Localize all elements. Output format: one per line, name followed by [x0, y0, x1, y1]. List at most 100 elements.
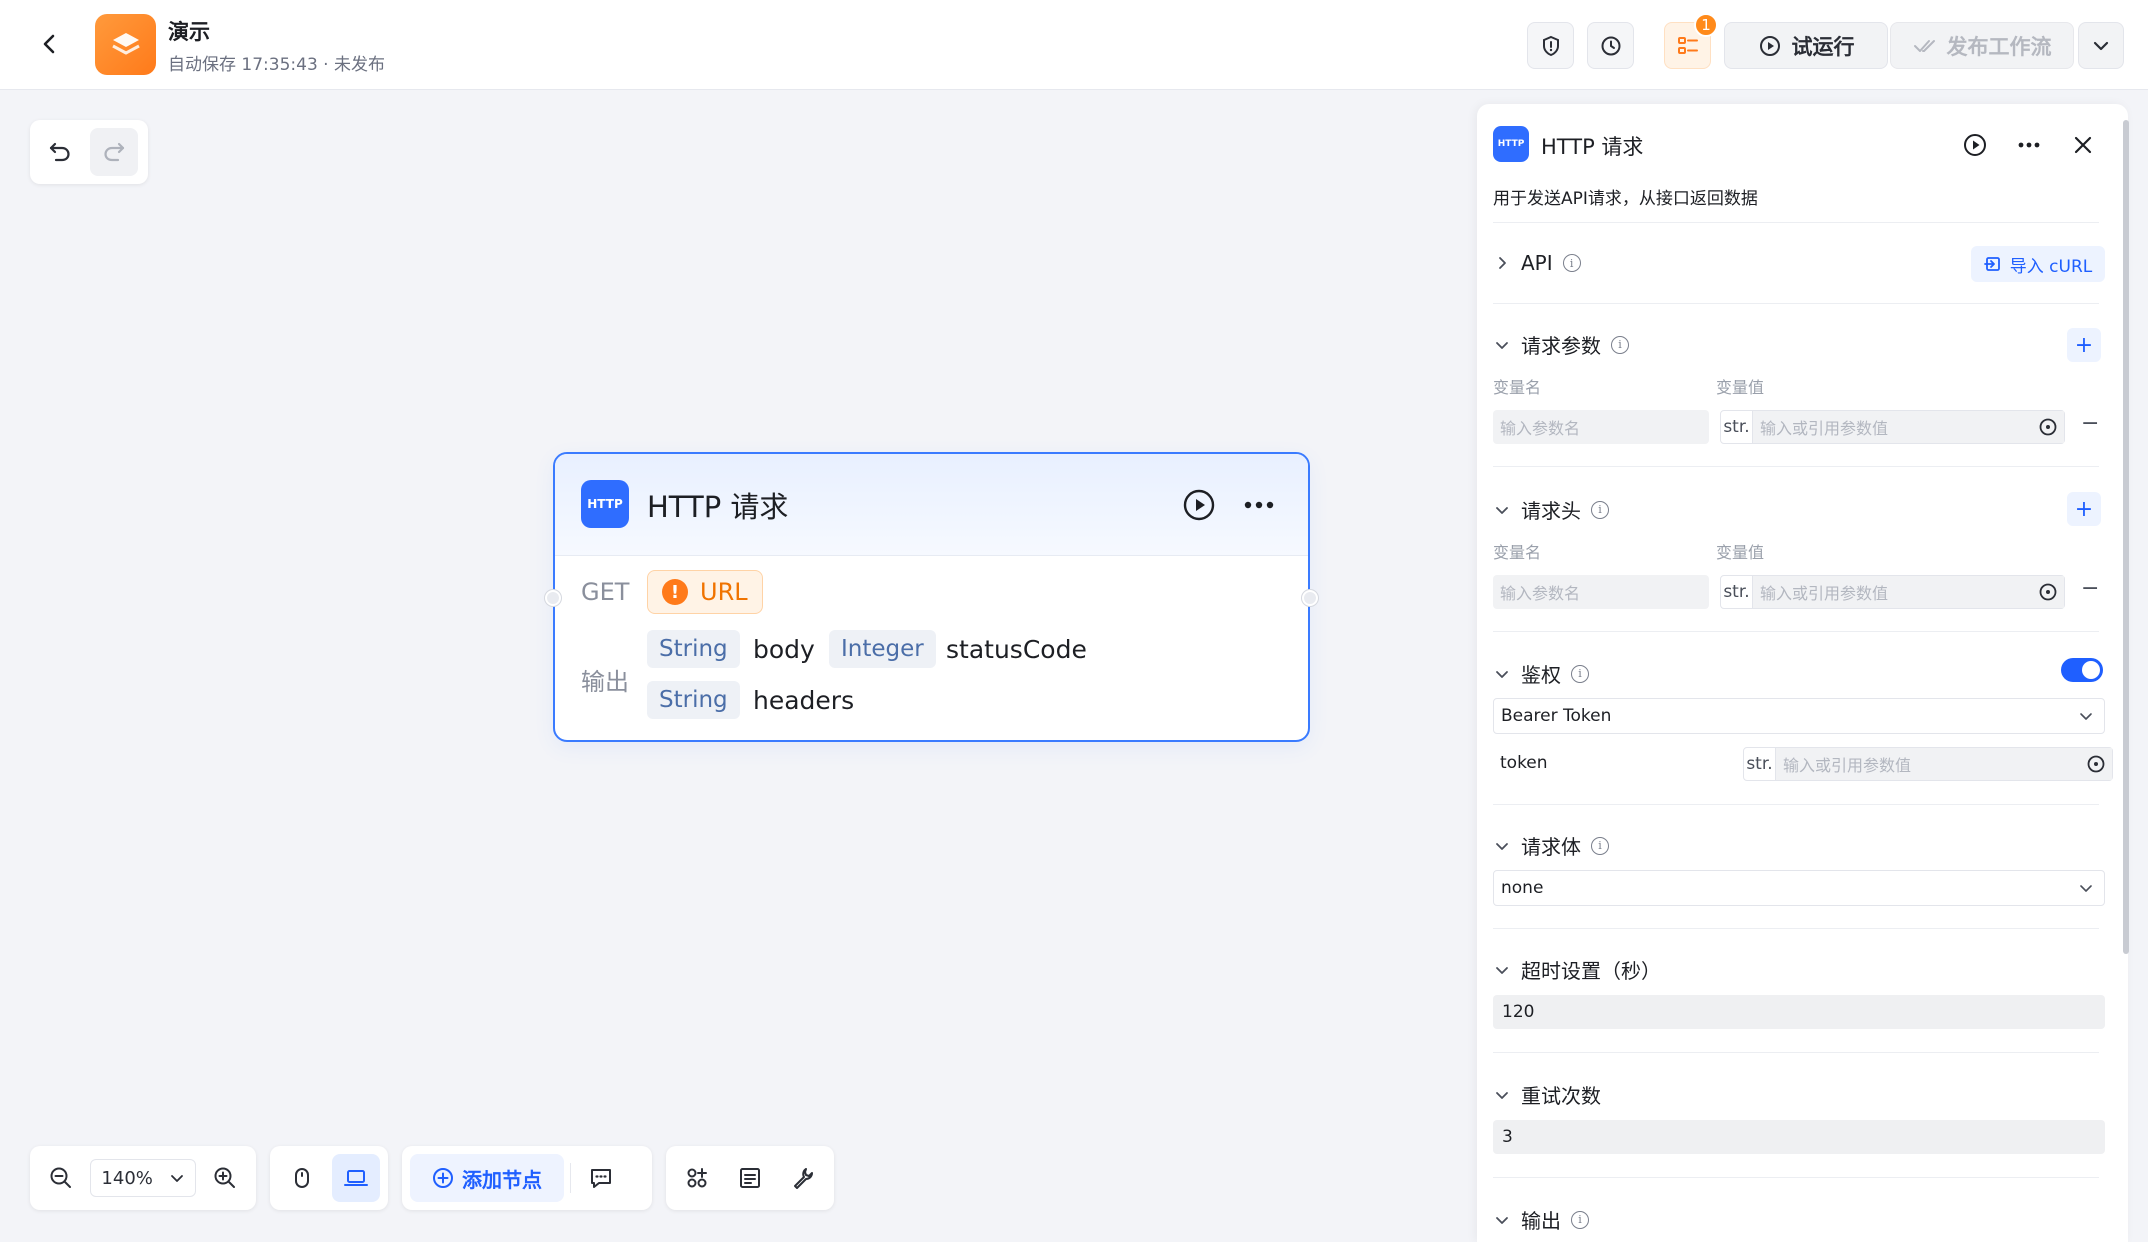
layers-icon [111, 32, 140, 54]
node-title: HTTP 请求 [647, 490, 789, 524]
layout-button[interactable] [727, 1154, 774, 1202]
security-button[interactable] [1527, 22, 1574, 69]
apps-icon [687, 1168, 708, 1188]
auth-toggle[interactable] [2061, 658, 2103, 682]
play-circle-icon [1183, 489, 1215, 521]
header-name-input[interactable]: 输入参数名 [1493, 575, 1709, 609]
header-value-placeholder: 输入或引用参数值 [1753, 576, 2032, 608]
timeout-input[interactable]: 120 [1493, 995, 2105, 1029]
chevron-down-icon [1493, 837, 1511, 855]
remove-param-button[interactable]: − [2081, 411, 2099, 436]
tools-button[interactable] [779, 1154, 826, 1202]
wrench-icon [793, 1168, 813, 1189]
canvas-tools-toolbar [666, 1146, 834, 1210]
add-node-label: 添加节点 [462, 1167, 542, 1192]
zoom-level: 140% [101, 1167, 153, 1189]
comment-button[interactable] [577, 1154, 625, 1202]
param-name-input[interactable]: 输入参数名 [1493, 410, 1709, 444]
plugins-button[interactable] [674, 1154, 721, 1202]
reference-icon[interactable] [2032, 576, 2064, 608]
section-request-headers[interactable]: 请求头 i [1493, 495, 1609, 524]
checklist-icon [1677, 36, 1698, 54]
reference-icon[interactable] [2080, 748, 2112, 780]
undo-button[interactable] [36, 128, 84, 176]
more-options-button[interactable] [2078, 22, 2124, 69]
panel-scrollbar[interactable] [2123, 120, 2129, 954]
type-tag: str. [1721, 576, 1753, 608]
interaction-mode-controls [270, 1146, 388, 1210]
url-label: URL [700, 578, 748, 606]
column-value-label: 变量值 [1716, 378, 1765, 397]
zoom-in-button[interactable] [202, 1154, 248, 1202]
add-header-button[interactable]: + [2067, 492, 2101, 526]
section-request-params[interactable]: 请求参数 i [1493, 330, 1629, 359]
panel-run-button[interactable] [1958, 128, 1992, 162]
node-run-button[interactable] [1181, 487, 1217, 523]
info-icon: i [1571, 1210, 1589, 1229]
double-check-icon [1913, 39, 1935, 52]
info-icon: i [1571, 664, 1589, 683]
divider [1493, 631, 2099, 632]
divider [1493, 928, 2099, 929]
column-name-label: 变量名 [1493, 378, 1542, 397]
import-curl-button[interactable]: 导入 cURL [1971, 246, 2105, 282]
import-icon [1983, 257, 2000, 271]
checklist-button[interactable]: 1 [1664, 13, 1718, 69]
mouse-mode-button[interactable] [278, 1154, 326, 1202]
section-retry[interactable]: 重试次数 [1493, 1080, 1601, 1109]
output-type-tag: String [647, 681, 740, 719]
info-icon: i [1591, 500, 1609, 519]
param-value-input[interactable]: str. 输入或引用参数值 [1720, 410, 2065, 444]
info-icon: i [1611, 335, 1629, 354]
chevron-down-icon [2080, 885, 2092, 892]
node-actions-toolbar: 添加节点 [402, 1146, 652, 1210]
output-name: statusCode [946, 635, 1087, 664]
token-value-input[interactable]: str. 输入或引用参数值 [1743, 747, 2113, 781]
zoom-out-button[interactable] [38, 1154, 84, 1202]
shield-icon [1542, 35, 1559, 56]
close-icon [2074, 136, 2092, 154]
section-timeout[interactable]: 超时设置（秒） [1493, 955, 1661, 984]
divider [1493, 1052, 2099, 1053]
http-request-node[interactable]: HTTP HTTP 请求 GET ! URL 输出 String body In… [545, 452, 1318, 742]
touchpad-mode-button[interactable] [332, 1154, 380, 1202]
add-param-button[interactable]: + [2067, 328, 2101, 362]
section-auth[interactable]: 鉴权 i [1493, 659, 1589, 688]
section-request-params-label: 请求参数 [1521, 334, 1601, 358]
divider [1493, 1177, 2099, 1178]
body-type-select[interactable]: none [1493, 870, 2105, 906]
test-run-button[interactable]: 试运行 [1724, 22, 1888, 69]
chevron-down-icon [1493, 1086, 1511, 1104]
panel-description: 用于发送API请求，从接口返回数据 [1493, 189, 1758, 209]
history-controls [30, 120, 148, 184]
undo-icon [49, 142, 70, 162]
redo-button[interactable] [90, 128, 138, 176]
history-button[interactable] [1587, 22, 1634, 69]
section-api[interactable]: API i [1493, 251, 1581, 275]
panel-more-button[interactable] [2012, 128, 2046, 162]
reference-icon[interactable] [2032, 411, 2064, 443]
node-more-button[interactable] [1241, 487, 1277, 523]
remove-header-button[interactable]: − [2081, 576, 2099, 601]
back-button[interactable] [28, 22, 72, 66]
column-name-label: 变量名 [1493, 543, 1542, 562]
node-body: GET ! URL 输出 String body Integer statusC… [555, 556, 1308, 742]
zoom-out-icon [50, 1167, 72, 1188]
output-name: body [753, 635, 815, 664]
zoom-level-select[interactable]: 140% [90, 1159, 196, 1197]
section-request-body[interactable]: 请求体 i [1493, 831, 1609, 860]
output-type-tag: Integer [829, 630, 936, 668]
chevron-down-icon [1493, 665, 1511, 683]
header-value-input[interactable]: str. 输入或引用参数值 [1720, 575, 2065, 609]
section-output[interactable]: 输出 i [1493, 1205, 1589, 1234]
play-circle-icon [1759, 35, 1780, 56]
add-node-button[interactable]: 添加节点 [410, 1154, 564, 1202]
publish-workflow-button[interactable]: 发布工作流 [1890, 22, 2074, 69]
auth-type-select[interactable]: Bearer Token [1493, 698, 2105, 734]
app-title: 演示 [168, 20, 210, 44]
close-panel-button[interactable] [2066, 128, 2100, 162]
chevron-down-icon [1493, 336, 1511, 354]
url-warning-chip[interactable]: ! URL [647, 570, 763, 614]
retry-input[interactable]: 3 [1493, 1120, 2105, 1154]
mouse-icon [295, 1168, 309, 1188]
